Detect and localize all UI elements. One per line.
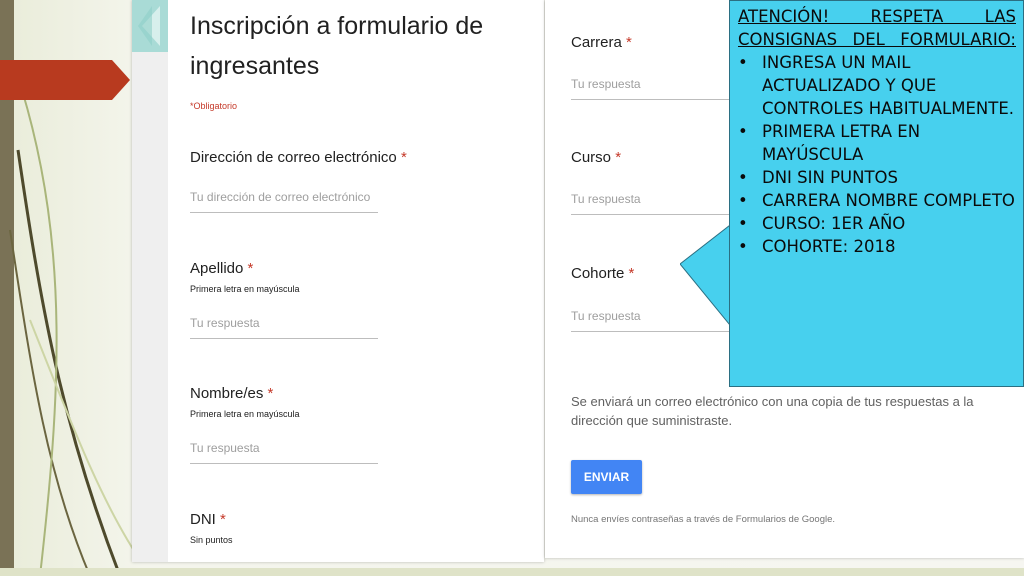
curso-question-label: Curso * [571, 149, 621, 166]
instruction-item: • INGRESA UN MAIL ACTUALIZADO Y QUE CONTR… [738, 51, 1016, 120]
form-side-gutter [132, 52, 168, 562]
bullet-icon: • [738, 237, 748, 256]
bullet-icon: • [738, 168, 748, 187]
dni-label-text: DNI [190, 511, 216, 528]
bullet-icon: • [738, 122, 748, 141]
apellido-hint: Primera letra en mayúscula [190, 284, 300, 294]
cohorte-label-text: Cohorte [571, 265, 625, 282]
required-asterisk: * [615, 149, 622, 166]
instruction-item: • PRIMERA LETRA EN MAYÚSCULA [738, 120, 1016, 166]
instruction-item: • CARRERA NOMBRE COMPLETO [738, 189, 1016, 212]
form-header-accent [132, 0, 168, 52]
apellido-question-label: Apellido * [190, 260, 253, 277]
email-placeholder: Tu dirección de correo electrónico [190, 190, 371, 204]
red-arrow-shape [0, 60, 130, 100]
nombre-question-label: Nombre/es * [190, 385, 273, 402]
cohorte-placeholder: Tu respuesta [571, 309, 641, 323]
instruction-text: CURSO: 1ER AÑO [762, 214, 906, 233]
submit-button[interactable]: ENVIAR [571, 460, 642, 494]
nombre-hint: Primera letra en mayúscula [190, 409, 300, 419]
bullet-icon: • [738, 53, 748, 72]
dni-hint: Sin puntos [190, 535, 233, 545]
curso-label-text: Curso [571, 149, 612, 166]
cohorte-question-label: Cohorte * [571, 265, 634, 282]
bullet-icon: • [738, 191, 748, 210]
instruction-text: INGRESA UN MAIL ACTUALIZADO Y QUE CONTRO… [762, 53, 1014, 118]
dni-question-label: DNI * [190, 511, 226, 528]
callout-pointer [680, 222, 734, 330]
email-question-label: Dirección de correo electrónico * [190, 149, 407, 166]
nombre-placeholder: Tu respuesta [190, 441, 260, 455]
password-warning: Nunca envíes contraseñas a través de For… [571, 514, 836, 525]
chevron-left-icon [138, 6, 160, 46]
curso-placeholder: Tu respuesta [571, 192, 641, 206]
required-asterisk: * [247, 260, 254, 277]
instruction-item: • DNI SIN PUNTOS [738, 166, 1016, 189]
instruction-text: CARRERA NOMBRE COMPLETO [762, 191, 1015, 210]
copy-notice: Se enviará un correo electrónico con una… [571, 394, 974, 428]
carrera-label-text: Carrera [571, 34, 622, 51]
required-asterisk: * [628, 265, 635, 282]
apellido-label-text: Apellido [190, 260, 244, 277]
instructions-callout: ATENCIÓN! RESPETA LAS CONSIGNAS DEL FORM… [729, 0, 1024, 387]
apellido-field[interactable]: Tu respuesta [190, 316, 378, 339]
carrera-question-label: Carrera * [571, 34, 632, 51]
instructions-list: • INGRESA UN MAIL ACTUALIZADO Y QUE CONTR… [738, 51, 1016, 258]
carrera-placeholder: Tu respuesta [571, 77, 641, 91]
required-asterisk: * [267, 385, 274, 402]
nombre-field[interactable]: Tu respuesta [190, 441, 378, 464]
bullet-icon: • [738, 214, 748, 233]
required-asterisk: * [220, 511, 226, 528]
form-screenshot-left: Inscripción a formulario de ingresantes … [132, 0, 544, 562]
slide-bottom-strip [0, 568, 1024, 576]
email-label-text: Dirección de correo electrónico [190, 149, 397, 166]
required-asterisk: * [626, 34, 632, 51]
email-field[interactable]: Tu dirección de correo electrónico [190, 190, 378, 213]
callout-heading: ATENCIÓN! RESPETA LAS CONSIGNAS DEL FORM… [738, 7, 1016, 49]
instruction-item: • COHORTE: 2018 [738, 235, 1016, 258]
instruction-text: COHORTE: 2018 [762, 237, 896, 256]
instruction-text: DNI SIN PUNTOS [762, 168, 898, 187]
required-asterisk: * [400, 149, 407, 166]
instruction-text: PRIMERA LETRA EN MAYÚSCULA [762, 122, 921, 164]
instruction-item: • CURSO: 1ER AÑO [738, 212, 1016, 235]
nombre-label-text: Nombre/es [190, 385, 264, 402]
required-note: *Obligatorio [190, 101, 238, 111]
form-title: Inscripción a formulario de ingresantes [190, 12, 484, 80]
apellido-placeholder: Tu respuesta [190, 316, 260, 330]
